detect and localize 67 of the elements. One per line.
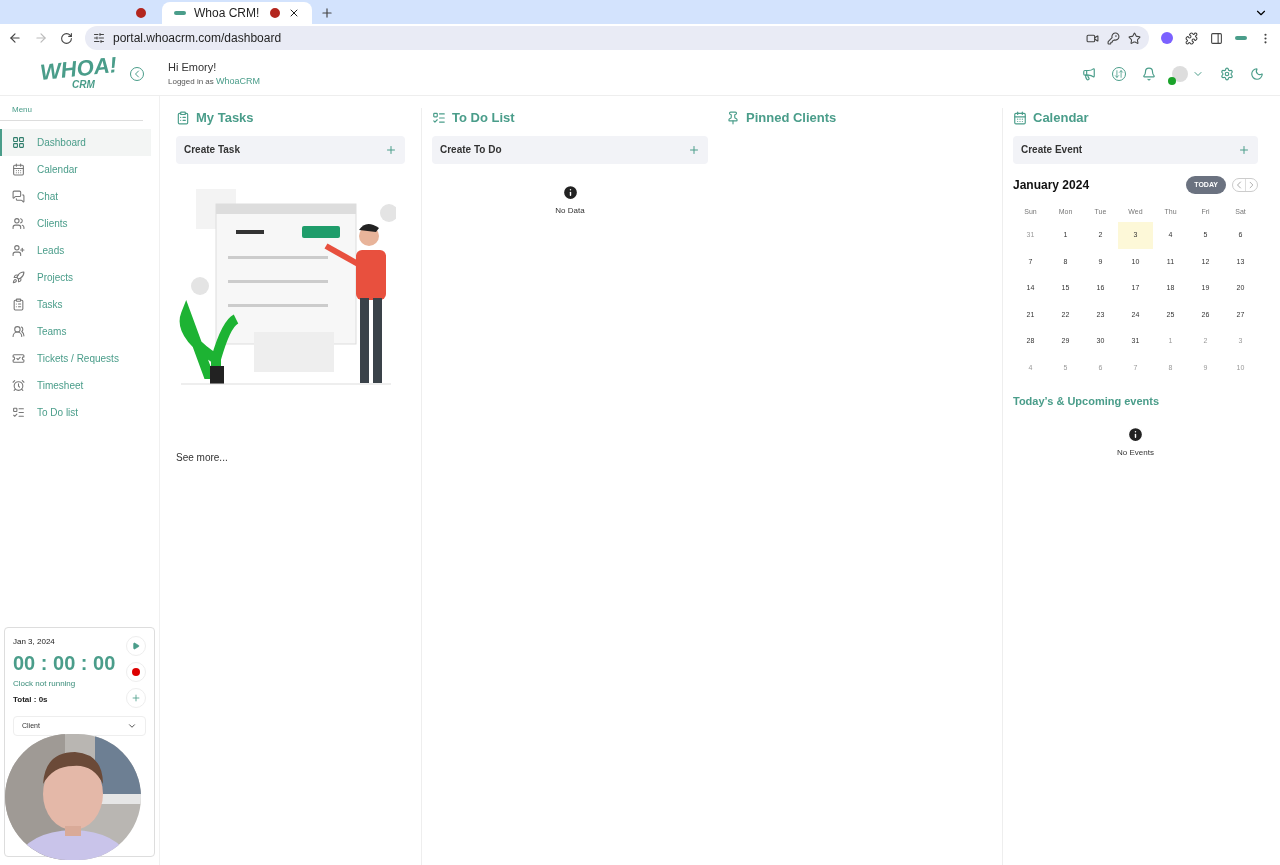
info-icon xyxy=(561,183,579,201)
url-text: portal.whoacrm.com/dashboard xyxy=(113,30,283,46)
browser-tab[interactable]: Whoa CRM! xyxy=(162,2,312,24)
tab-title: Whoa CRM! xyxy=(194,5,261,21)
address-bar[interactable]: portal.whoacrm.com/dashboard xyxy=(85,26,1149,50)
play-icon xyxy=(132,642,140,650)
timer-date: Jan 3, 2024 xyxy=(13,636,56,648)
section-title: Pinned Clients xyxy=(746,109,837,127)
megaphone-icon[interactable] xyxy=(1082,66,1096,81)
chevron-down-icon xyxy=(127,721,137,731)
grid-icon xyxy=(12,136,25,149)
reload-icon[interactable] xyxy=(60,31,73,45)
events-title: Today’s & Upcoming events xyxy=(1013,394,1161,409)
back-icon[interactable] xyxy=(8,31,22,45)
section-title: My Tasks xyxy=(196,109,254,127)
create-event-button[interactable]: Create Event xyxy=(1013,135,1258,164)
section-title: To Do List xyxy=(452,109,515,127)
chat-icon xyxy=(12,190,25,203)
user-plus-icon xyxy=(12,244,25,257)
plus-icon xyxy=(688,143,700,156)
side-panel-icon[interactable] xyxy=(1210,31,1223,45)
new-tab-icon[interactable] xyxy=(320,6,334,20)
timer-total: Total : 0s xyxy=(13,694,49,706)
timer-status: Clock not running xyxy=(13,678,77,690)
info-icon xyxy=(1127,425,1144,443)
logged-in-text: Logged in as WhoaCRM xyxy=(168,75,261,88)
see-more-link[interactable]: See more... xyxy=(176,449,405,465)
section-title: Calendar xyxy=(1033,109,1089,127)
calendar-icon xyxy=(1013,110,1027,125)
users-icon xyxy=(12,217,25,230)
calendar-icon xyxy=(12,163,25,176)
puzzle-icon[interactable] xyxy=(1185,31,1198,45)
create-todo-button[interactable]: Create To Do xyxy=(432,135,708,164)
key-icon[interactable] xyxy=(1107,31,1120,45)
favicon-icon xyxy=(174,11,186,15)
plus-icon xyxy=(385,143,397,156)
alarm-clock-icon xyxy=(12,379,25,392)
month-title: January 2024 xyxy=(1013,176,1091,194)
create-task-button[interactable]: Create Task xyxy=(176,135,405,164)
online-status-icon xyxy=(1168,76,1176,85)
plus-icon xyxy=(131,693,141,703)
plus-icon xyxy=(1238,143,1250,156)
list-icon xyxy=(432,110,446,125)
rocket-icon xyxy=(12,271,25,284)
bookmark-star-icon[interactable] xyxy=(1128,31,1141,45)
menu-label: Menu xyxy=(0,96,143,121)
profile-icon[interactable] xyxy=(1235,36,1247,40)
list-icon xyxy=(12,406,25,419)
clipboard-icon xyxy=(176,110,190,125)
close-icon[interactable] xyxy=(288,7,300,19)
timer-display: 00 : 00 : 00 xyxy=(13,651,116,676)
clipboard-icon xyxy=(12,298,25,311)
empty-text: No Events xyxy=(1117,446,1154,459)
forward-icon[interactable] xyxy=(34,31,48,45)
extension-icon[interactable] xyxy=(1161,32,1173,44)
site-settings-icon[interactable] xyxy=(93,32,105,44)
moon-icon[interactable] xyxy=(1250,66,1264,81)
users-icon xyxy=(12,325,25,338)
bell-icon[interactable] xyxy=(1142,66,1156,81)
empty-text: No Data xyxy=(555,204,585,217)
logo: WHOA! CRM xyxy=(40,57,117,90)
recording-icon xyxy=(136,8,146,18)
settings-icon[interactable] xyxy=(1220,66,1234,81)
greeting-text: Hi Emory! xyxy=(168,59,218,75)
pin-icon xyxy=(726,110,740,125)
recording-icon xyxy=(270,8,280,18)
ticket-icon xyxy=(12,352,25,365)
